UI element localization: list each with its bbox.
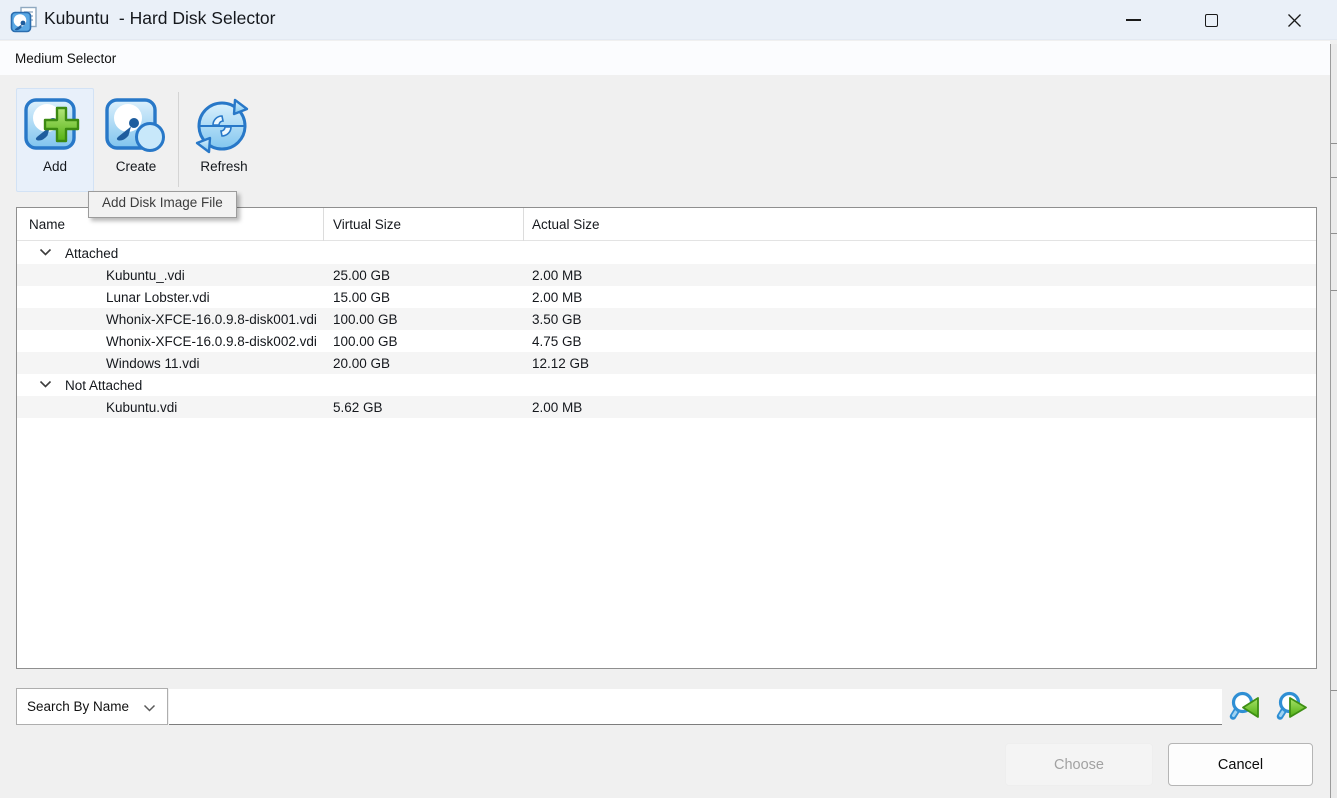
cancel-button[interactable]: Cancel xyxy=(1168,743,1313,786)
disk-actual-size: 4.75 GB xyxy=(532,330,582,352)
search-next-icon xyxy=(1276,690,1310,724)
group-label: Attached xyxy=(65,242,118,264)
scrollbar-tick xyxy=(1331,690,1337,691)
disk-virtual-size: 25.00 GB xyxy=(333,264,390,286)
maximize-button[interactable] xyxy=(1188,0,1234,40)
window-edge-scrollbar[interactable] xyxy=(1330,44,1337,798)
search-previous-icon xyxy=(1229,690,1263,724)
add-button[interactable]: Add xyxy=(16,88,94,192)
column-header-actual-size[interactable]: Actual Size xyxy=(532,208,600,241)
search-input[interactable] xyxy=(169,689,1222,725)
create-disk-icon xyxy=(104,95,168,157)
disk-virtual-size: 20.00 GB xyxy=(333,352,390,374)
table-row[interactable]: Whonix-XFCE-16.0.9.8-disk001.vdi 100.00 … xyxy=(17,308,1316,330)
refresh-icon xyxy=(192,95,256,157)
maximize-icon xyxy=(1205,14,1218,27)
minimize-button[interactable] xyxy=(1110,0,1156,40)
scrollbar-tick xyxy=(1331,143,1337,144)
hard-disk-selector-dialog: Kubuntu - Hard Disk Selector Medium Sele… xyxy=(0,0,1337,798)
search-previous-button[interactable] xyxy=(1229,690,1263,725)
column-header-virtual-size[interactable]: Virtual Size xyxy=(333,208,401,241)
table-row[interactable]: Lunar Lobster.vdi 15.00 GB 2.00 MB xyxy=(17,286,1316,308)
disk-name: Whonix-XFCE-16.0.9.8-disk001.vdi xyxy=(106,308,317,330)
search-mode-dropdown[interactable]: Search By Name xyxy=(16,688,168,725)
add-disk-icon xyxy=(23,95,87,157)
chevron-down-icon xyxy=(143,704,156,713)
create-button-label: Create xyxy=(116,159,157,174)
disk-actual-size: 3.50 GB xyxy=(532,308,582,330)
column-header-name[interactable]: Name xyxy=(29,208,65,241)
tooltip: Add Disk Image File xyxy=(88,191,237,218)
search-mode-label: Search By Name xyxy=(27,699,129,714)
refresh-button[interactable]: Refresh xyxy=(188,88,260,192)
column-separator[interactable] xyxy=(523,208,524,241)
table-row[interactable]: Kubuntu_.vdi 25.00 GB 2.00 MB xyxy=(17,264,1316,286)
disk-virtual-size: 15.00 GB xyxy=(333,286,390,308)
scrollbar-tick xyxy=(1331,233,1337,234)
refresh-button-label: Refresh xyxy=(200,159,247,174)
scrollbar-tick xyxy=(1331,290,1337,291)
window-title: Kubuntu - Hard Disk Selector xyxy=(44,8,276,29)
search-next-button[interactable] xyxy=(1276,690,1310,725)
table-row[interactable]: Whonix-XFCE-16.0.9.8-disk002.vdi 100.00 … xyxy=(17,330,1316,352)
table-row[interactable]: Kubuntu.vdi 5.62 GB 2.00 MB xyxy=(17,396,1316,418)
virtual-media-manager-icon xyxy=(10,6,38,34)
minimize-icon xyxy=(1126,19,1141,21)
media-table: Name Virtual Size Actual Size Attached K… xyxy=(16,207,1317,669)
disk-name: Whonix-XFCE-16.0.9.8-disk002.vdi xyxy=(106,330,317,352)
table-row[interactable]: Windows 11.vdi 20.00 GB 12.12 GB xyxy=(17,352,1316,374)
disk-actual-size: 2.00 MB xyxy=(532,396,582,418)
disk-virtual-size: 100.00 GB xyxy=(333,330,398,352)
close-button[interactable] xyxy=(1271,0,1317,40)
chevron-down-icon[interactable] xyxy=(39,248,52,257)
chevron-down-icon[interactable] xyxy=(39,380,52,389)
group-label: Not Attached xyxy=(65,374,142,396)
disk-actual-size: 2.00 MB xyxy=(532,264,582,286)
add-button-label: Add xyxy=(43,159,67,174)
choose-button[interactable]: Choose xyxy=(1005,743,1153,786)
column-separator[interactable] xyxy=(323,208,324,241)
disk-actual-size: 2.00 MB xyxy=(532,286,582,308)
create-button[interactable]: Create xyxy=(100,88,172,192)
scrollbar-tick xyxy=(1331,177,1337,178)
toolbar-separator xyxy=(178,92,179,187)
disk-name: Kubuntu_.vdi xyxy=(106,264,185,286)
disk-name: Lunar Lobster.vdi xyxy=(106,286,210,308)
disk-actual-size: 12.12 GB xyxy=(532,352,589,374)
titlebar: Kubuntu - Hard Disk Selector xyxy=(0,0,1337,40)
disk-name: Kubuntu.vdi xyxy=(106,396,177,418)
menubar: Medium Selector xyxy=(0,41,1330,75)
menu-medium-selector[interactable]: Medium Selector xyxy=(8,41,123,75)
table-group-row[interactable]: Attached xyxy=(17,242,1316,264)
disk-virtual-size: 5.62 GB xyxy=(333,396,383,418)
disk-virtual-size: 100.00 GB xyxy=(333,308,398,330)
disk-name: Windows 11.vdi xyxy=(106,352,200,374)
close-icon xyxy=(1287,13,1302,28)
table-group-row[interactable]: Not Attached xyxy=(17,374,1316,396)
